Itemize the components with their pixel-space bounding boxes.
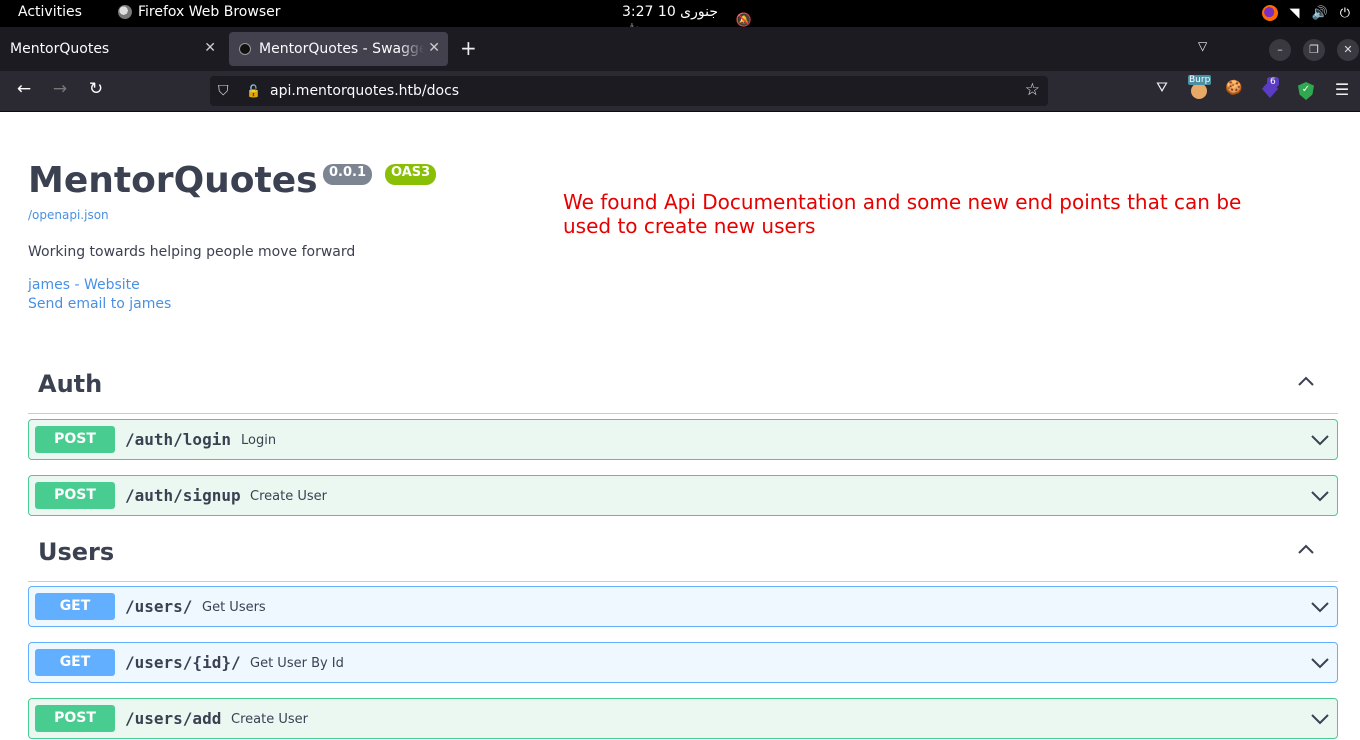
close-window-icon[interactable]: ✕ xyxy=(1337,39,1359,61)
contact-email-link[interactable]: Send email to james xyxy=(28,296,171,312)
version-badge: 0.0.1 xyxy=(323,164,373,185)
tab-title: MentorQuotes xyxy=(10,41,110,57)
section-auth: Auth POST /auth/login Login POST /auth/s… xyxy=(28,360,1338,516)
method-badge: POST xyxy=(35,482,115,509)
burp-extension-icon[interactable]: Burp xyxy=(1188,75,1212,102)
contact-website-link[interactable]: james - Website xyxy=(28,277,140,293)
chevron-down-icon[interactable] xyxy=(1311,655,1329,671)
operation-summary: Get User By Id xyxy=(250,656,344,671)
method-badge: GET xyxy=(35,593,115,620)
list-all-tabs-icon[interactable]: ▽ xyxy=(1198,39,1207,53)
close-tab-icon[interactable]: ✕ xyxy=(204,40,216,56)
volume-icon: 🔊 xyxy=(1311,5,1328,21)
chevron-down-icon[interactable] xyxy=(1311,711,1329,727)
navigation-toolbar: ← → ↻ ⛉ 🔓 api.mentorquotes.htb/docs ☆ ⛛ … xyxy=(0,71,1360,112)
burp-label: Burp xyxy=(1188,75,1212,85)
page-title: MentorQuotes xyxy=(28,160,318,201)
operation-summary: Login xyxy=(241,433,277,448)
chevron-down-icon[interactable] xyxy=(1311,488,1329,504)
operation-get-user-by-id[interactable]: GET /users/{id}/ Get User By Id xyxy=(28,642,1338,683)
firefox-icon xyxy=(118,5,132,19)
reload-icon[interactable]: ↻ xyxy=(84,79,108,99)
method-badge: POST xyxy=(35,426,115,453)
tab-strip: MentorQuotes ✕ MentorQuotes - Swagger UI… xyxy=(0,27,1360,71)
section-users: Users GET /users/ Get Users GET /users/{… xyxy=(28,528,1338,739)
system-tray[interactable]: ◥ 🔊 ⏻ xyxy=(1261,5,1350,21)
app-menu[interactable]: Firefox Web Browser xyxy=(118,4,281,20)
swagger-page: MentorQuotes 0.0.1 OAS3 /openapi.json Wo… xyxy=(0,112,1360,740)
swagger-favicon-icon xyxy=(239,43,251,55)
back-icon[interactable]: ← xyxy=(12,79,36,99)
section-header-users[interactable]: Users xyxy=(28,528,1338,582)
close-tab-icon[interactable]: ✕ xyxy=(428,40,440,56)
tab-mentorquotes[interactable]: MentorQuotes ✕ xyxy=(0,32,224,66)
chevron-up-icon[interactable] xyxy=(1298,374,1314,390)
firefox-tray-icon[interactable] xyxy=(1261,5,1278,21)
operation-path: /users/{id}/ xyxy=(125,653,241,672)
api-description: Working towards helping people move forw… xyxy=(28,244,356,260)
pocket-icon[interactable]: ⛛ xyxy=(1151,80,1173,102)
method-badge: GET xyxy=(35,649,115,676)
burp-face-icon xyxy=(1191,83,1207,99)
openapi-json-link[interactable]: /openapi.json xyxy=(28,208,109,222)
power-icon: ⏻ xyxy=(1339,5,1350,21)
system-top-bar: Activities Firefox Web Browser جنوری 10 … xyxy=(0,0,1360,36)
bookmark-star-icon[interactable]: ☆ xyxy=(1025,80,1040,100)
section-header-auth[interactable]: Auth xyxy=(28,360,1338,414)
operation-path: /users/ xyxy=(125,597,193,616)
section-title: Auth xyxy=(38,370,103,398)
notifications-muted-icon: 🔕 xyxy=(735,12,752,28)
restore-window-icon[interactable]: ❐ xyxy=(1303,39,1325,61)
new-tab-icon[interactable]: + xyxy=(460,36,477,60)
operation-get-users[interactable]: GET /users/ Get Users xyxy=(28,586,1338,627)
minimize-window-icon[interactable]: – xyxy=(1269,39,1291,61)
tab-title: MentorQuotes - Swagger UI xyxy=(259,41,424,57)
operation-summary: Create User xyxy=(250,489,327,504)
adblock-shield-icon[interactable]: ✓ xyxy=(1295,80,1317,102)
operation-auth-signup[interactable]: POST /auth/signup Create User xyxy=(28,475,1338,516)
operation-auth-login[interactable]: POST /auth/login Login xyxy=(28,419,1338,460)
operation-path: /auth/signup xyxy=(125,486,241,505)
shield-check-icon: ✓ xyxy=(1298,82,1314,100)
app-name: Firefox Web Browser xyxy=(138,4,281,20)
chevron-up-icon[interactable] xyxy=(1298,542,1314,558)
foxyproxy-icon[interactable]: 6 xyxy=(1259,77,1281,102)
hamburger-menu-icon[interactable]: ☰ xyxy=(1331,80,1353,102)
operation-summary: Create User xyxy=(231,712,308,727)
chevron-down-icon[interactable] xyxy=(1311,432,1329,448)
forward-icon[interactable]: → xyxy=(48,79,72,99)
url-text[interactable]: api.mentorquotes.htb/docs xyxy=(270,83,459,99)
operation-path: /auth/login xyxy=(125,430,231,449)
tracking-protection-icon[interactable]: ⛉ xyxy=(218,83,236,99)
foxyproxy-count: 6 xyxy=(1267,77,1279,87)
insecure-lock-icon[interactable]: 🔓 xyxy=(246,84,261,98)
method-badge: POST xyxy=(35,705,115,732)
operation-path: /users/add xyxy=(125,709,222,728)
tab-swagger[interactable]: MentorQuotes - Swagger UI ✕ xyxy=(229,32,448,66)
annotation-note: We found Api Documentation and some new … xyxy=(563,190,1242,238)
wifi-icon: ◥ xyxy=(1289,5,1300,21)
oas-badge: OAS3 xyxy=(385,164,437,185)
operation-add-user[interactable]: POST /users/add Create User xyxy=(28,698,1338,739)
operation-summary: Get Users xyxy=(202,600,266,615)
chevron-down-icon[interactable] xyxy=(1311,599,1329,615)
activities-button[interactable]: Activities xyxy=(18,4,82,20)
url-bar[interactable]: ⛉ 🔓 api.mentorquotes.htb/docs ☆ xyxy=(210,76,1048,106)
section-title: Users xyxy=(38,538,115,566)
cookie-editor-icon[interactable]: 🍪 xyxy=(1223,80,1245,102)
